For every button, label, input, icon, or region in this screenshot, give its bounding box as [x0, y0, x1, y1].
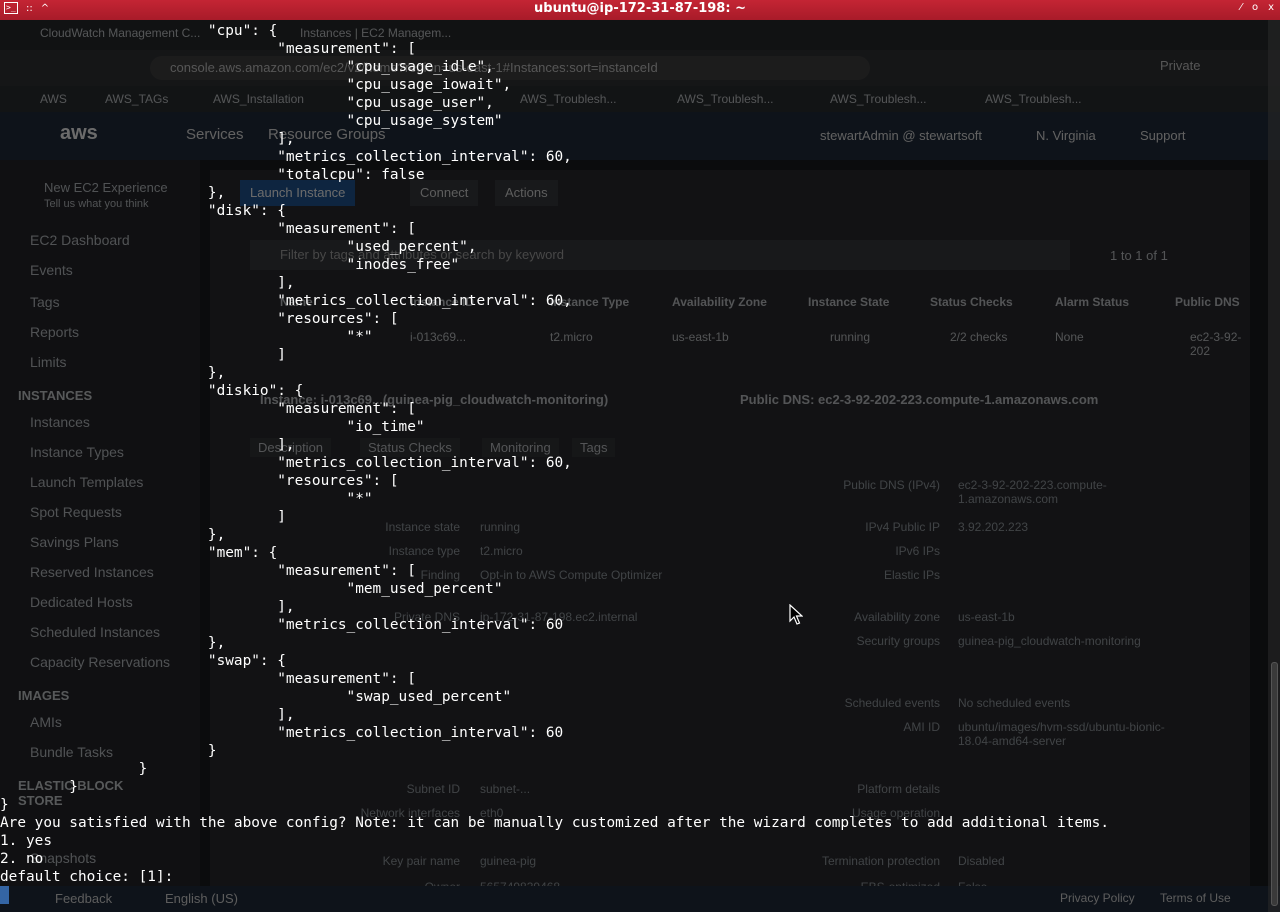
terminal-line: }	[0, 743, 217, 759]
terminal-line: "cpu_usage_idle",	[0, 59, 494, 75]
terminal-line: },	[0, 635, 226, 651]
terminal-line: "disk": {	[0, 203, 286, 219]
terminal-line: "cpu_usage_user",	[0, 95, 494, 111]
terminal-line: ],	[0, 275, 295, 291]
terminal-line: },	[0, 365, 226, 381]
terminal-line: },	[0, 185, 226, 201]
terminal-line: "swap": {	[0, 653, 286, 669]
terminal-line: Are you satisfied with the above config?…	[0, 815, 1109, 831]
mouse-pointer-icon	[789, 603, 804, 630]
terminal-line: ]	[0, 509, 286, 525]
terminal-window: CloudWatch Management C... Instances | E…	[0, 0, 1280, 912]
terminal-line: ],	[0, 131, 295, 147]
terminal-line: "cpu_usage_system"	[0, 113, 503, 129]
terminal-line: "metrics_collection_interval": 60,	[0, 293, 572, 309]
terminal-line: default choice: [1]:	[0, 869, 174, 885]
terminal-line: "measurement": [	[0, 221, 416, 237]
titlebar-right-controls: ⁄ o x	[1240, 2, 1274, 13]
terminal-line: "totalcpu": false	[0, 167, 425, 183]
terminal-line: "metrics_collection_interval": 60,	[0, 455, 572, 471]
terminal-line: "measurement": [	[0, 401, 416, 417]
terminal-line: },	[0, 527, 226, 543]
terminal-line: "swap_used_percent"	[0, 689, 512, 705]
terminal-line: }	[0, 761, 148, 777]
terminal-line: "used_percent",	[0, 239, 477, 255]
terminal-cursor	[0, 886, 9, 904]
terminal-line: "cpu": {	[0, 23, 278, 39]
maximize-icon[interactable]: o	[1252, 2, 1258, 13]
terminal-line: "io_time"	[0, 419, 425, 435]
terminal-scrollbar[interactable]	[1268, 20, 1280, 912]
window-titlebar[interactable]: >_ :: ^ ubuntu@ip-172-31-87-198: ~ ⁄ o x	[0, 0, 1280, 20]
terminal-line: "resources": [	[0, 311, 399, 327]
terminal-line: }	[0, 779, 78, 795]
terminal-line: "cpu_usage_iowait",	[0, 77, 512, 93]
terminal-line: "measurement": [	[0, 563, 416, 579]
terminal-line: "metrics_collection_interval": 60	[0, 617, 564, 633]
terminal-line: "diskio": {	[0, 383, 304, 399]
terminal-line: }	[0, 797, 9, 813]
terminal-line: ]	[0, 347, 286, 363]
window-title: ubuntu@ip-172-31-87-198: ~	[534, 1, 746, 16]
terminal-line: 1. yes	[0, 833, 52, 849]
minimize-icon[interactable]: ⁄	[1240, 2, 1242, 13]
terminal-line: "resources": [	[0, 473, 399, 489]
terminal-line: "*"	[0, 329, 373, 345]
close-icon[interactable]: x	[1268, 2, 1274, 13]
terminal-line: "mem": {	[0, 545, 278, 561]
terminal-line: ],	[0, 437, 295, 453]
terminal-line: "measurement": [	[0, 41, 416, 57]
terminal-line: ],	[0, 707, 295, 723]
terminal-line: "metrics_collection_interval": 60	[0, 725, 564, 741]
terminal-output[interactable]: "cpu": { "measurement": [ "cpu_usage_idl…	[0, 22, 1266, 902]
terminal-line: "inodes_free"	[0, 257, 460, 273]
terminal-line: "mem_used_percent"	[0, 581, 503, 597]
terminal-line: "*"	[0, 491, 373, 507]
terminal-line: ],	[0, 599, 295, 615]
scrollbar-thumb[interactable]	[1271, 662, 1278, 906]
terminal-line: "metrics_collection_interval": 60,	[0, 149, 572, 165]
terminal-line: 2. no	[0, 851, 44, 867]
terminal-line: "measurement": [	[0, 671, 416, 687]
